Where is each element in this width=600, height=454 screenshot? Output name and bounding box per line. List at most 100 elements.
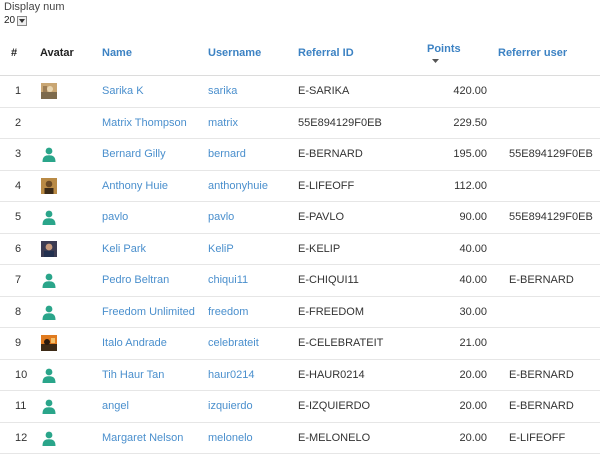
display-num-label: Display num [4,1,65,13]
username-link[interactable]: melonelo [208,422,298,454]
points-value: 20.00 [398,390,487,423]
user-name-text[interactable]: Anthony Huie [102,180,168,192]
points-text: 229.50 [453,116,487,129]
username-link[interactable]: pavlo [208,201,298,234]
user-name-text[interactable]: Pedro Beltran [102,274,169,286]
chevron-down-icon[interactable] [17,16,28,26]
col-referrer-header[interactable]: Referrer user [487,31,600,76]
referral-id: E-CELEBRATEIT [298,327,398,360]
display-num-control: Display num 20 [4,1,65,27]
referral-id: E-HAUR0214 [298,359,398,391]
user-name-text[interactable]: Keli Park [102,243,146,255]
user-name-text[interactable]: Margaret Nelson [102,432,183,444]
table-row: 11 angel izquierdo E-IZQUIERDO 20.00 E-BERNAR… [0,390,600,423]
user-name-text[interactable]: Sarika K [102,85,144,97]
col-points-header[interactable]: Points [398,31,487,76]
points-value: 21.00 [398,327,487,360]
user-name-link[interactable]: Freedom Unlimited [102,296,208,328]
referrer-user: E-BERNARD [487,390,600,423]
user-name-link[interactable]: Sarika K [102,75,208,108]
avatar [40,359,102,391]
username-text[interactable]: sarika [208,85,237,97]
row-index: 9 [0,327,40,360]
username-link[interactable]: bernard [208,138,298,171]
table-body: 1 Sarika Ksarika E-SARIKA 420.00 2 Matrix Tho… [0,75,600,454]
table-row: 8 Freedom Unlimited freedom E-FREEDOM 30.00 [0,296,600,328]
username-link[interactable]: KeliP [208,233,298,265]
sort-username-link[interactable]: Username [208,47,261,59]
points-value: 112.00 [398,170,487,202]
user-name-link[interactable]: Keli Park [102,233,208,265]
display-num-select[interactable]: 20 [4,15,65,27]
username-text[interactable]: KeliP [208,243,234,255]
referral-id: E-CHIQUI11 [298,264,398,297]
table-row: 10 Tih Haur Tan haur0214 E-HAUR0214 20.00 E-B… [0,359,600,391]
points-value: 229.50 [398,107,487,139]
referrer-user: 55E894129F0EB [487,201,600,234]
username-link[interactable]: matrix [208,107,298,139]
points-text: 20.00 [459,368,487,381]
col-name-header[interactable]: Name [102,31,208,76]
row-index: 6 [0,233,40,265]
user-name-link[interactable]: Margaret Nelson [102,422,208,454]
table-row: 2 Matrix Thompson matrix 55E894129F0EB 229.5… [0,107,600,139]
username-text[interactable]: celebrateit [208,337,259,349]
row-index: 1 [0,75,40,108]
username-link[interactable]: chiqui11 [208,264,298,297]
avatar [40,233,102,265]
avatar [40,170,102,202]
username-link[interactable]: haur0214 [208,359,298,391]
points-value: 30.00 [398,296,487,328]
username-link[interactable]: freedom [208,296,298,328]
points-text: 195.00 [453,148,487,161]
table-row: 3 Bernard Gilly bernard E-BERNARD 195.00 55E8… [0,138,600,171]
avatar [40,201,102,234]
sort-points-link[interactable]: Points [427,43,461,55]
user-name-link[interactable]: Matrix Thompson [102,107,208,139]
user-name-link[interactable]: angel [102,390,208,423]
username-link[interactable]: anthonyhuie [208,170,298,202]
row-index: 7 [0,264,40,297]
user-name-text[interactable]: Tih Haur Tan [102,369,164,381]
col-referral-id-header[interactable]: Referral ID [298,31,398,76]
username-link[interactable]: sarika [208,75,298,108]
col-username-header[interactable]: Username [208,31,298,76]
avatar [40,138,102,171]
user-name-text[interactable]: Matrix Thompson [102,117,187,129]
avatar [40,107,102,139]
user-name-text[interactable]: Italo Andrade [102,337,167,349]
user-name-link[interactable]: Anthony Huie [102,170,208,202]
display-num-value[interactable]: 20 [4,15,15,27]
table-row: 7 Pedro Beltran chiqui11 E-CHIQUI11 40.00 E-B… [0,264,600,297]
username-text[interactable]: bernard [208,148,246,160]
referral-id: E-IZQUIERDO [298,390,398,423]
username-link[interactable]: celebrateit [208,327,298,360]
referral-id: E-SARIKA [298,75,398,108]
sort-name-link[interactable]: Name [102,47,132,59]
sort-referrer-link[interactable]: Referrer user [498,47,567,59]
username-text[interactable]: melonelo [208,432,253,444]
user-name-text[interactable]: Freedom Unlimited [102,306,195,318]
user-name-link[interactable]: Bernard Gilly [102,138,208,171]
row-index: 12 [0,422,40,454]
user-name-link[interactable]: pavlo [102,201,208,234]
username-text[interactable]: matrix [208,117,238,129]
username-text[interactable]: izquierdo [208,400,253,412]
sort-referral-id-link[interactable]: Referral ID [298,47,354,59]
username-link[interactable]: izquierdo [208,390,298,423]
username-text[interactable]: pavlo [208,211,234,223]
user-name-text[interactable]: pavlo [102,211,128,223]
username-text[interactable]: haur0214 [208,369,255,381]
username-text[interactable]: freedom [208,306,248,318]
points-value: 420.00 [398,75,487,108]
user-name-link[interactable]: Tih Haur Tan [102,359,208,391]
sort-desc-icon[interactable] [432,59,439,63]
user-name-link[interactable]: Italo Andrade [102,327,208,360]
username-text[interactable]: chiqui11 [208,274,248,286]
user-name-text[interactable]: Bernard Gilly [102,148,166,160]
referrer-user [487,75,600,108]
user-name-text[interactable]: angel [102,400,129,412]
referral-id: 55E894129F0EB [298,107,398,139]
username-text[interactable]: anthonyhuie [208,180,268,192]
user-name-link[interactable]: Pedro Beltran [102,264,208,297]
